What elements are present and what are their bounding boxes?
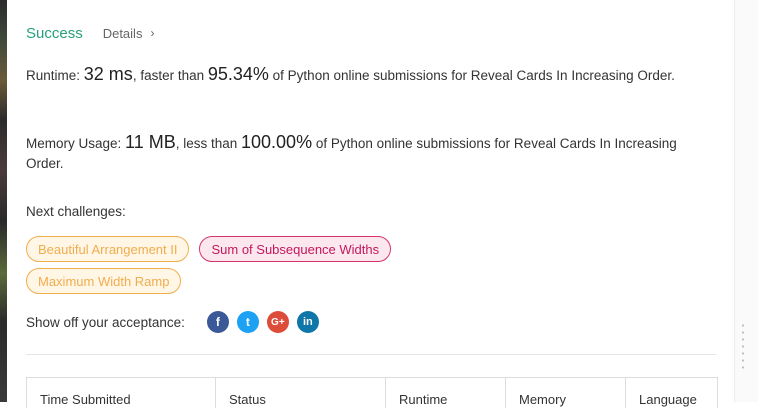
result-header: Success Details › [26, 23, 154, 43]
column-header-status[interactable]: Status [216, 378, 386, 408]
memory-percent: 100.00% [241, 132, 313, 152]
next-challenges-list: Beautiful Arrangement II Sum of Subsequen… [26, 236, 706, 300]
column-header-memory[interactable]: Memory [506, 378, 626, 408]
runtime-label: Runtime: [26, 68, 84, 83]
twitter-icon[interactable]: t [236, 311, 259, 333]
runtime-summary: Runtime: 32 ms, faster than 95.34% of Py… [26, 64, 706, 86]
challenge-tag-sum-of-subsequence-widths[interactable]: Sum of Subsequence Widths [199, 236, 392, 262]
challenge-tag-beautiful-arrangement-ii[interactable]: Beautiful Arrangement II [26, 236, 190, 262]
google-plus-icon[interactable]: G+ [266, 311, 289, 333]
memory-summary: Memory Usage: 11 MB, less than 100.00% o… [26, 132, 706, 174]
panel-resize-gutter[interactable] [734, 0, 758, 402]
share-row: Show off your acceptance: f t G+ in [26, 311, 327, 333]
runtime-value: 32 ms [83, 64, 133, 84]
runtime-suffix: of Python online submissions for Reveal … [268, 68, 675, 83]
next-challenges-label: Next challenges: [26, 204, 126, 219]
status-success: Success [26, 24, 83, 42]
memory-middle: , less than [175, 136, 242, 151]
memory-value: 11 MB [125, 132, 176, 152]
background-window-edge [0, 0, 7, 402]
submission-result-panel [7, 0, 734, 402]
runtime-percent: 95.34% [207, 64, 269, 84]
resize-handle-icon[interactable] [742, 322, 744, 370]
details-link[interactable]: Details › [103, 26, 155, 41]
runtime-middle: , faster than [132, 68, 208, 83]
section-divider [26, 354, 716, 355]
column-header-language[interactable]: Language [626, 378, 715, 408]
facebook-icon[interactable]: f [206, 311, 229, 333]
challenge-tag-maximum-width-ramp[interactable]: Maximum Width Ramp [26, 268, 182, 294]
column-header-runtime[interactable]: Runtime [386, 378, 506, 408]
linkedin-icon[interactable]: in [296, 311, 319, 333]
chevron-right-icon: › [150, 26, 155, 40]
submissions-table-header: Time Submitted Status Runtime Memory Lan… [26, 377, 718, 408]
memory-label: Memory Usage: [26, 136, 126, 151]
column-header-time-submitted[interactable]: Time Submitted [27, 378, 216, 408]
details-label: Details [102, 25, 143, 41]
share-label: Show off your acceptance: [26, 314, 185, 330]
